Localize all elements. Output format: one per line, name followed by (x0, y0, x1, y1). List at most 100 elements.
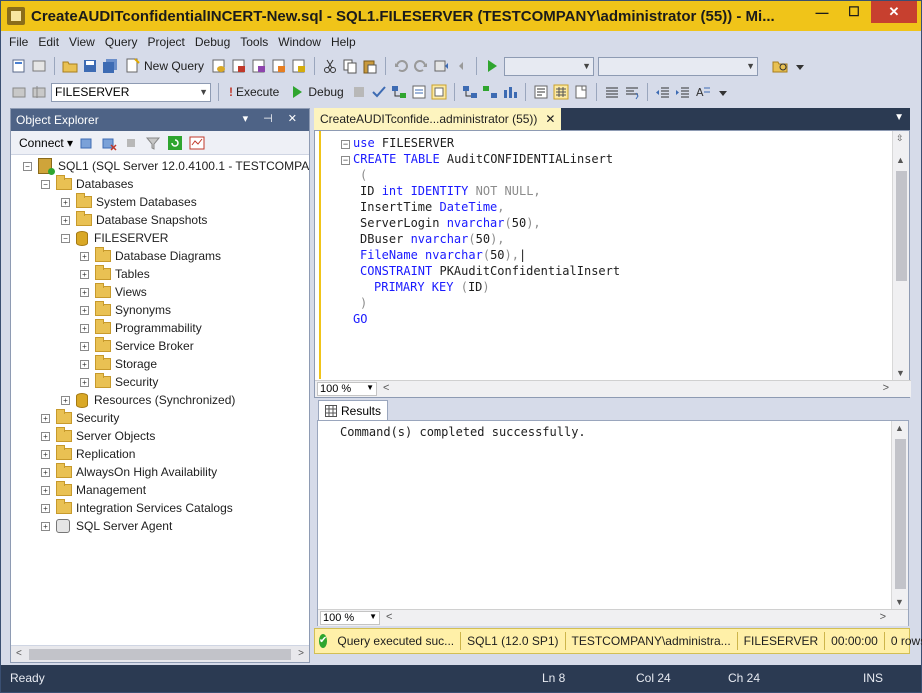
editor-zoom-select[interactable]: 100 % ▼ (317, 382, 377, 396)
tab-overflow-icon[interactable]: ▼ (894, 112, 904, 123)
code-line[interactable]: CREATE TABLE AuditCONFIDENTIALinsert (353, 151, 620, 167)
expand-icon[interactable]: + (80, 287, 89, 297)
debug-button[interactable]: Debug (286, 84, 346, 100)
expand-icon[interactable]: + (41, 449, 50, 459)
tree-node-alwayson[interactable]: + AlwaysOn High Availability (41, 463, 217, 481)
expand-icon[interactable]: + (41, 503, 50, 513)
document-tab-active[interactable]: CreateAUDITconfide...administrator (55))… (314, 108, 562, 130)
query-options-icon[interactable] (411, 84, 427, 100)
undo-icon[interactable] (393, 58, 409, 74)
code-line[interactable]: InsertTime DateTime, (353, 199, 620, 215)
navigate-forward-icon[interactable] (453, 58, 469, 74)
object-explorer-hscrollbar[interactable]: < > (11, 645, 309, 662)
menu-debug[interactable]: Debug (195, 35, 230, 49)
close-tab-icon[interactable]: ✕ (545, 112, 555, 126)
include-client-statistics-icon[interactable] (502, 84, 518, 100)
scroll-up-icon[interactable]: ▲ (896, 155, 905, 165)
redo-icon[interactable] (413, 58, 429, 74)
code-line[interactable]: use FILESERVER (353, 135, 620, 151)
comment-out-icon[interactable] (604, 84, 620, 100)
tree-node-sql-server-agent[interactable]: + SQL Server Agent (41, 517, 172, 535)
expand-icon[interactable]: + (61, 215, 70, 225)
results-zoom-select[interactable]: 100 % ▼ (320, 611, 380, 625)
results-to-file-icon[interactable] (573, 84, 589, 100)
tree-node-system-databases[interactable]: + System Databases (61, 193, 197, 211)
code-line[interactable]: ID int IDENTITY NOT NULL, (353, 183, 620, 199)
intellisense-enabled-icon[interactable] (431, 84, 447, 100)
fold-toggle-icon[interactable]: − (341, 156, 350, 165)
increase-indent-icon[interactable] (675, 84, 691, 100)
filter-icon[interactable] (145, 135, 161, 151)
results-tab[interactable]: Results (318, 400, 389, 420)
scroll-right-icon[interactable]: > (880, 611, 886, 623)
expand-icon[interactable]: + (80, 269, 89, 279)
expand-icon[interactable]: + (41, 431, 50, 441)
code-line[interactable]: PRIMARY KEY (ID) (353, 279, 620, 295)
find-in-files-icon[interactable] (772, 58, 788, 74)
maximize-button[interactable]: ☐ (839, 1, 869, 23)
expand-icon[interactable]: + (80, 305, 89, 315)
scroll-down-icon[interactable]: ▼ (895, 597, 904, 607)
disconnect-icon[interactable] (101, 135, 117, 151)
code-line[interactable]: GO (353, 311, 620, 327)
scroll-left-icon[interactable]: < (386, 611, 392, 623)
tree-node-database-snapshots[interactable]: + Database Snapshots (61, 211, 207, 229)
start-debugging-icon[interactable] (484, 58, 500, 74)
tree-node-db-security[interactable]: + Security (80, 373, 158, 391)
code-line[interactable]: CONSTRAINT PKAuditConfidentialInsert (353, 263, 620, 279)
expand-icon[interactable]: + (61, 395, 70, 405)
scroll-thumb[interactable] (29, 649, 291, 660)
scroll-right-icon[interactable]: > (298, 648, 304, 659)
editor-vscrollbar[interactable]: ⇳ ▲ ▼ (892, 131, 909, 380)
display-estimated-plan-icon[interactable] (391, 84, 407, 100)
cancel-query-icon[interactable] (351, 84, 367, 100)
code-line[interactable]: ) (353, 295, 620, 311)
menu-project[interactable]: Project (148, 35, 185, 49)
results-to-text-icon[interactable] (533, 84, 549, 100)
change-connection-icon[interactable] (31, 84, 47, 100)
collapse-icon[interactable]: − (23, 161, 32, 171)
stop-icon[interactable] (123, 135, 139, 151)
specify-template-values-icon[interactable]: A (695, 84, 711, 100)
include-live-statistics-icon[interactable] (482, 84, 498, 100)
available-databases-select[interactable]: FILESERVER ▼ (51, 82, 211, 102)
tree-node-databases[interactable]: − Databases (41, 175, 133, 193)
expand-icon[interactable]: + (80, 377, 89, 387)
tree-node-resources[interactable]: + Resources (Synchronized) (61, 391, 235, 409)
expand-icon[interactable]: + (80, 341, 89, 351)
split-icon[interactable]: ⇳ (896, 133, 904, 144)
menu-help[interactable]: Help (331, 35, 356, 49)
menu-tools[interactable]: Tools (240, 35, 268, 49)
results-to-grid-icon[interactable] (553, 84, 569, 100)
expand-icon[interactable]: + (80, 323, 89, 333)
tree-node-storage[interactable]: + Storage (80, 355, 157, 373)
tree-node-management[interactable]: + Management (41, 481, 146, 499)
find-in-files-combo[interactable]: ▼ (598, 56, 759, 76)
scroll-left-icon[interactable]: < (383, 382, 389, 394)
scroll-down-icon[interactable]: ▼ (896, 368, 905, 378)
new-query-button[interactable]: New Query (122, 58, 207, 74)
tree-node-views[interactable]: + Views (80, 283, 147, 301)
refresh-icon[interactable] (167, 135, 183, 151)
solution-configurations-select[interactable]: ▼ (504, 56, 595, 76)
toolbar-options-icon[interactable] (715, 84, 731, 100)
tree-node-security[interactable]: + Security (41, 409, 119, 427)
toolbar-options-icon[interactable] (792, 58, 808, 74)
save-all-icon[interactable] (102, 58, 118, 74)
tree-node-replication[interactable]: + Replication (41, 445, 135, 463)
results-vscrollbar[interactable]: ▲ ▼ (891, 421, 908, 609)
tree-node-service-broker[interactable]: + Service Broker (80, 337, 194, 355)
menu-file[interactable]: File (9, 35, 28, 49)
tree-node-tables[interactable]: + Tables (80, 265, 150, 283)
collapse-icon[interactable]: − (61, 233, 70, 243)
tree-node-fileserver[interactable]: − FILESERVER (61, 229, 168, 247)
analysis-dmx-query-icon[interactable] (251, 58, 267, 74)
save-icon[interactable] (82, 58, 98, 74)
include-actual-plan-icon[interactable] (462, 84, 478, 100)
connect-dropdown[interactable]: Connect ▾ (19, 136, 73, 150)
scroll-thumb[interactable] (895, 439, 906, 589)
collapse-icon[interactable]: − (41, 179, 50, 189)
scroll-right-icon[interactable]: > (883, 382, 889, 394)
expand-icon[interactable]: + (80, 251, 89, 261)
expand-icon[interactable]: + (41, 413, 50, 423)
